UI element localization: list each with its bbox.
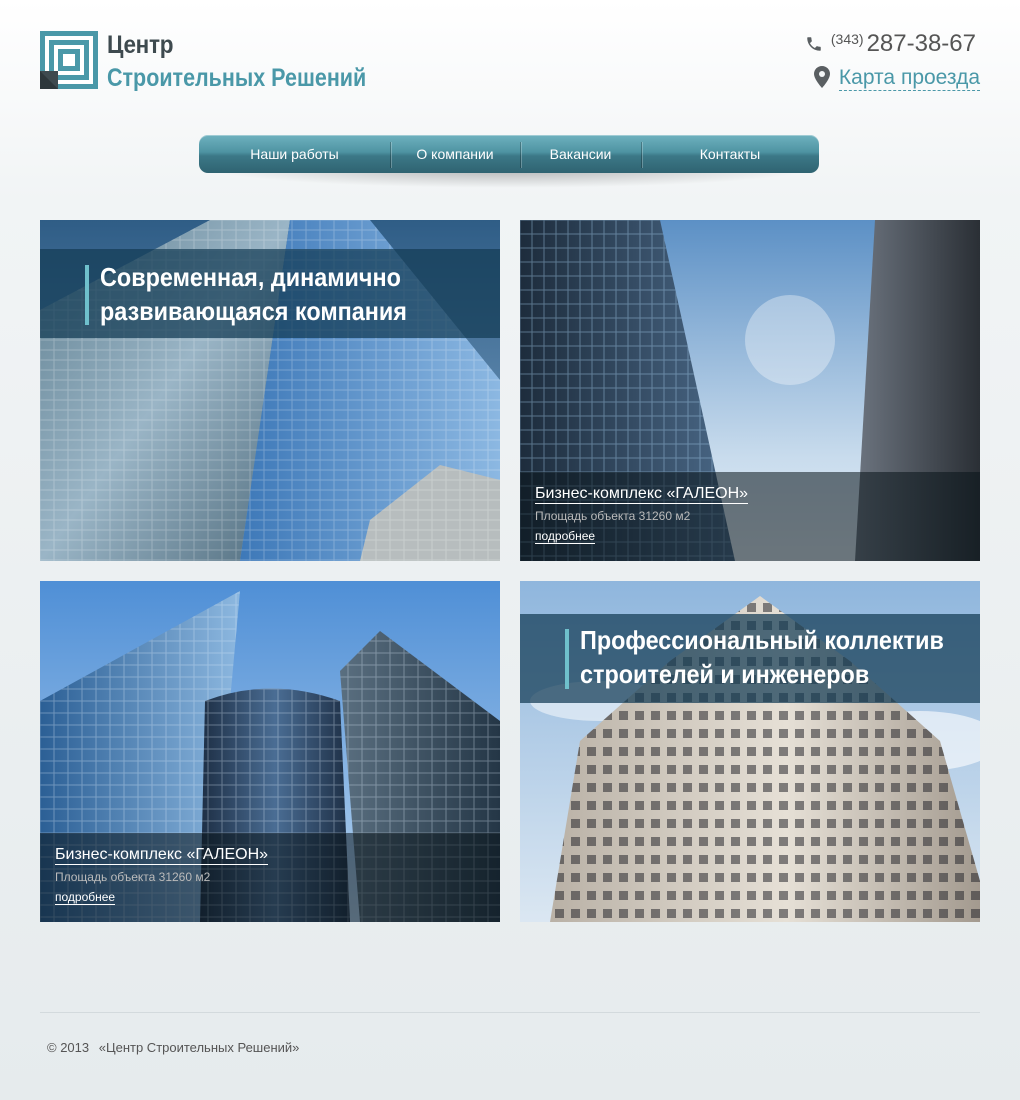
map-block: Карта проезда — [813, 65, 980, 91]
tile-team-intro: Профессиональный коллектив строителей и … — [520, 581, 980, 922]
phone-icon — [807, 37, 821, 51]
project-area: Площадь объекта 31260 м2 — [55, 870, 211, 884]
nav-item-vacancies[interactable]: Вакансии — [520, 135, 641, 173]
tile-project-galeon-2: Бизнес-комплекс «ГАЛЕОН» Площадь объекта… — [40, 581, 500, 922]
more-link[interactable]: подробнее — [535, 530, 596, 544]
more-link[interactable]: подробнее — [55, 891, 116, 905]
footer: © 2013 «Центр Строительных Решений» — [47, 1040, 299, 1055]
phone-code: (343) — [830, 31, 864, 47]
tagline-line-2: развивающаяся компания — [100, 296, 407, 326]
footer-divider — [40, 1012, 980, 1013]
logo-icon — [40, 31, 98, 89]
copyright: © 2013 — [47, 1040, 90, 1055]
nav-item-about[interactable]: О компании — [390, 135, 520, 173]
footer-company: «Центр Строительных Решений» — [98, 1040, 300, 1055]
caption-bar: Бизнес-комплекс «ГАЛЕОН» Площадь объекта… — [520, 472, 980, 561]
project-title-link[interactable]: Бизнес-комплекс «ГАЛЕОН» — [55, 845, 269, 865]
tagline-text: Профессиональный коллектив строителей и … — [580, 623, 944, 691]
nav-item-works[interactable]: Наши работы — [199, 135, 390, 173]
map-link[interactable]: Карта проезда — [838, 66, 980, 91]
project-title-link[interactable]: Бизнес-комплекс «ГАЛЕОН» — [535, 484, 749, 504]
logo-title: Центр — [107, 31, 174, 59]
logo-subtitle: Строительных Решений — [107, 64, 367, 92]
site-logo[interactable]: Центр Строительных Решений — [40, 31, 400, 93]
tagline-line-2: строителей и инженеров — [580, 659, 870, 689]
project-area: Площадь объекта 31260 м2 — [535, 509, 691, 523]
phone-number: 287-38-67 — [866, 30, 976, 57]
tagline-line-1: Современная, динамично — [100, 262, 401, 292]
caption-bar: Бизнес-комплекс «ГАЛЕОН» Площадь объекта… — [40, 833, 500, 922]
location-pin-icon — [813, 65, 830, 88]
tagline-line-1: Профессиональный коллектив — [580, 625, 944, 655]
tagline-accent — [85, 265, 89, 325]
phone-block: (343) 287-38-67 — [805, 30, 976, 60]
nav-item-contacts[interactable]: Контакты — [641, 135, 819, 173]
tile-company-intro: Современная, динамично развивающаяся ком… — [40, 220, 500, 561]
tagline-text: Современная, динамично развивающаяся ком… — [100, 260, 407, 328]
tagline-accent — [565, 629, 569, 689]
main-nav: Наши работы О компании Вакансии Контакты — [199, 135, 819, 173]
tile-project-galeon: Бизнес-комплекс «ГАЛЕОН» Площадь объекта… — [520, 220, 980, 561]
